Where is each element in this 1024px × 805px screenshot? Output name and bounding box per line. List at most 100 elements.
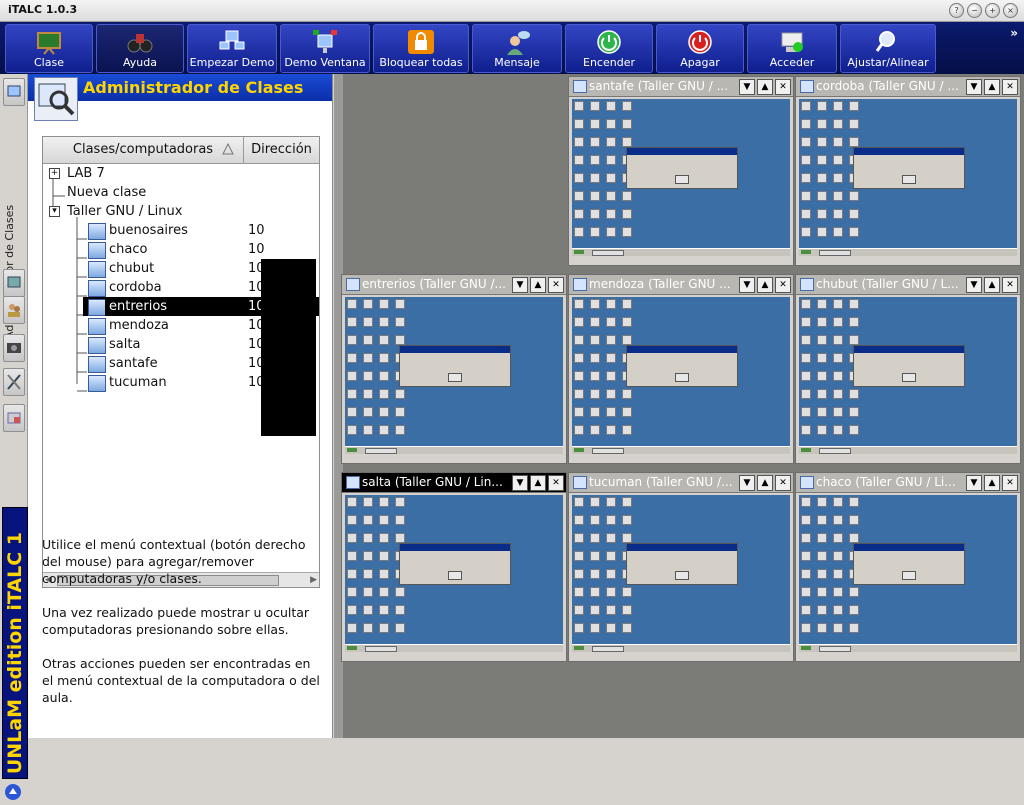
remote-taskbar	[572, 248, 790, 256]
computer-monitor-window[interactable]: santafe (Taller GNU / ... ▼ ▲ ✕	[568, 76, 794, 266]
monitor-titlebar[interactable]: tucuman (Taller GNU /... ▼ ▲ ✕	[569, 473, 793, 493]
monitor-close-button[interactable]: ✕	[1002, 277, 1018, 293]
monitor-titlebar[interactable]: chubut (Taller GNU / L... ▼ ▲ ✕	[796, 275, 1020, 295]
monitor-menu-button[interactable]: ▼	[512, 475, 528, 491]
about-icon[interactable]	[3, 782, 23, 802]
toolbar-button-ayuda[interactable]: Ayuda	[96, 24, 184, 73]
minimize-window-button[interactable]: −	[967, 3, 982, 18]
monitor-close-button[interactable]: ✕	[775, 475, 791, 491]
monitor-maximize-button[interactable]: ▲	[984, 79, 1000, 95]
desktop-icon	[833, 425, 843, 435]
monitor-maximize-button[interactable]: ▲	[984, 277, 1000, 293]
sidebar-button-config[interactable]	[3, 404, 25, 432]
monitor-menu-button[interactable]: ▼	[966, 79, 982, 95]
computer-monitor-window[interactable]: entrerios (Taller GNU /... ▼ ▲ ✕	[341, 274, 567, 464]
desktop-icon	[395, 497, 405, 507]
monitor-menu-button[interactable]: ▼	[739, 79, 755, 95]
monitor-titlebar[interactable]: chaco (Taller GNU / Li... ▼ ▲ ✕	[796, 473, 1020, 493]
desktop-icon	[379, 569, 389, 579]
desktop-icon	[849, 137, 859, 147]
monitor-maximize-button[interactable]: ▲	[757, 475, 773, 491]
toolbar-button-encender[interactable]: Encender	[565, 24, 653, 73]
column-header-address[interactable]: Dirección	[244, 137, 319, 163]
desktop-icon	[574, 317, 584, 327]
toolbar-button-bloquear-todas[interactable]: Bloquear todas	[373, 24, 469, 73]
settings-icon	[7, 412, 21, 424]
monitor-menu-button[interactable]: ▼	[739, 277, 755, 293]
sidebar-button-tools[interactable]	[3, 368, 25, 396]
monitor-close-button[interactable]: ✕	[548, 475, 564, 491]
computer-monitor-window[interactable]: chaco (Taller GNU / Li... ▼ ▲ ✕	[795, 472, 1021, 662]
remote-screen[interactable]	[572, 495, 790, 652]
remote-screen[interactable]	[572, 99, 790, 256]
toolbar-label: Ajustar/Alinear	[847, 56, 929, 69]
monitor-titlebar[interactable]: cordoba (Taller GNU / ... ▼ ▲ ✕	[796, 77, 1020, 97]
monitor-maximize-button[interactable]: ▲	[757, 277, 773, 293]
monitor-close-button[interactable]: ✕	[775, 79, 791, 95]
desktop-icon	[590, 119, 600, 129]
desktop-icon	[817, 425, 827, 435]
computer-monitor-window[interactable]: cordoba (Taller GNU / ... ▼ ▲ ✕	[795, 76, 1021, 266]
computer-monitor-window[interactable]: tucuman (Taller GNU /... ▼ ▲ ✕	[568, 472, 794, 662]
toolbar-button-apagar[interactable]: Apagar	[656, 24, 744, 73]
tree-item-class[interactable]: + LAB 7	[43, 164, 319, 183]
toolbar-button-empezar-demo[interactable]: Empezar Demo	[187, 24, 277, 73]
monitor-menu-button[interactable]: ▼	[739, 475, 755, 491]
sidebar-button-users[interactable]	[3, 296, 25, 324]
monitor-close-button[interactable]: ✕	[548, 277, 564, 293]
remote-screen[interactable]	[572, 297, 790, 454]
column-header-classes[interactable]: Clases/computadoras	[43, 137, 244, 163]
collapse-icon[interactable]: ▾	[49, 206, 60, 217]
tree-item-class[interactable]: Nueva clase	[43, 183, 319, 202]
toolbar-label: Bloquear todas	[379, 56, 463, 69]
toolbar-button-mensaje[interactable]: Mensaje	[472, 24, 562, 73]
tree-item-computer[interactable]: buenosaires 10	[43, 221, 319, 240]
monitor-titlebar[interactable]: santafe (Taller GNU / ... ▼ ▲ ✕	[569, 77, 793, 97]
remote-screen[interactable]	[345, 297, 563, 454]
monitor-close-button[interactable]: ✕	[1002, 475, 1018, 491]
monitor-close-button[interactable]: ✕	[1002, 79, 1018, 95]
monitor-titlebar[interactable]: mendoza (Taller GNU ... ▼ ▲ ✕	[569, 275, 793, 295]
computer-monitor-window[interactable]: mendoza (Taller GNU ... ▼ ▲ ✕	[568, 274, 794, 464]
help-window-button[interactable]: ?	[949, 3, 964, 18]
class-manager-panel: Administrador de Clases Clases/computado…	[28, 74, 333, 738]
toolbar-button-demo-ventana[interactable]: Demo Ventana	[280, 24, 370, 73]
computer-monitor-window[interactable]: chubut (Taller GNU / L... ▼ ▲ ✕	[795, 274, 1021, 464]
monitor-menu-button[interactable]: ▼	[512, 277, 528, 293]
remote-message-dialog	[626, 147, 738, 189]
help-paragraph: Una vez realizado puede mostrar u oculta…	[42, 605, 310, 637]
monitor-title: cordoba (Taller GNU / ...	[816, 79, 959, 93]
expand-icon[interactable]: +	[49, 168, 60, 179]
computer-icon	[88, 356, 106, 373]
monitor-maximize-button[interactable]: ▲	[757, 79, 773, 95]
computer-monitor-window[interactable]: salta (Taller GNU / Lin... ▼ ▲ ✕	[341, 472, 567, 662]
remote-screen[interactable]	[799, 99, 1017, 256]
monitor-maximize-button[interactable]: ▲	[984, 475, 1000, 491]
toolbar-overflow-button[interactable]: »	[1010, 26, 1018, 40]
desktop-icon	[817, 155, 827, 165]
monitor-titlebar[interactable]: salta (Taller GNU / Lin... ▼ ▲ ✕	[342, 473, 566, 493]
monitor-title: salta (Taller GNU / Lin...	[362, 475, 503, 489]
sidebar-button-top[interactable]	[3, 78, 25, 106]
toolbar-button-clase[interactable]: Clase	[5, 24, 93, 73]
monitor-titlebar[interactable]: entrerios (Taller GNU /... ▼ ▲ ✕	[342, 275, 566, 295]
tree-item-computer[interactable]: chaco 10	[43, 240, 319, 259]
remote-screen[interactable]	[345, 495, 563, 652]
remote-screen[interactable]	[799, 297, 1017, 454]
tree-item-class[interactable]: ▾ Taller GNU / Linux	[43, 202, 319, 221]
monitor-maximize-button[interactable]: ▲	[530, 475, 546, 491]
class-tree[interactable]: Clases/computadoras Dirección + LAB 7 Nu…	[42, 136, 320, 588]
close-window-button[interactable]: ×	[1003, 3, 1018, 18]
monitor-close-button[interactable]: ✕	[775, 277, 791, 293]
monitor-menu-button[interactable]: ▼	[966, 475, 982, 491]
maximize-window-button[interactable]: +	[985, 3, 1000, 18]
sidebar-button-classroom[interactable]	[3, 269, 25, 297]
desktop-icon	[833, 533, 843, 543]
toolbar-button-ajustar-alinear[interactable]: Ajustar/Alinear	[840, 24, 936, 73]
sidebar-button-snapshots[interactable]	[3, 334, 25, 362]
toolbar-button-acceder[interactable]: Acceder	[747, 24, 837, 73]
monitor-maximize-button[interactable]: ▲	[530, 277, 546, 293]
remote-screen[interactable]	[799, 495, 1017, 652]
desktop-icon	[590, 623, 600, 633]
monitor-menu-button[interactable]: ▼	[966, 277, 982, 293]
